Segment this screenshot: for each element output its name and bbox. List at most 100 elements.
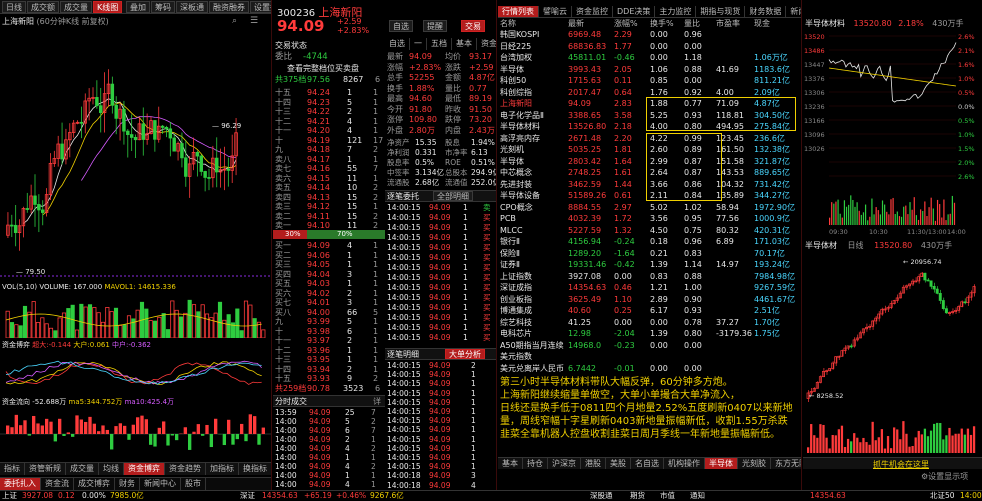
search-icon[interactable]: ⌕ xyxy=(232,16,237,26)
toolbar-button[interactable]: 成交量 xyxy=(60,1,92,13)
orderbook-row[interactable]: 买七94.0131 xyxy=(273,298,385,308)
orderbook-row[interactable]: 买八94.00665 xyxy=(273,308,385,318)
table-tab[interactable]: 新闻资讯 xyxy=(786,6,802,18)
list-icon[interactable]: ☰ xyxy=(250,16,258,26)
indicator-tab[interactable]: 均线 xyxy=(99,463,124,475)
table-row[interactable]: 银行Ⅱ4156.94-0.240.180.966.89171.03亿 xyxy=(498,236,802,248)
table-column-header[interactable]: 名称 xyxy=(500,18,516,29)
orderbook-row[interactable]: 九93.9951 xyxy=(273,317,385,327)
table-row[interactable]: CPO概念8884.552.975.021.0258.941972.90亿 xyxy=(498,202,802,214)
orderbook-row[interactable]: 卖五94.14102 xyxy=(273,183,385,193)
orderbook-row[interactable]: 买二94.0611 xyxy=(273,251,385,261)
table-row[interactable]: 韩国KOSPI6969.482.290.000.96 xyxy=(498,29,802,41)
orderbook-row[interactable]: 卖三94.12151 xyxy=(273,202,385,212)
quote-tab[interactable]: 自选 xyxy=(385,38,410,50)
orderbook-row[interactable]: 十二94.2141 xyxy=(273,117,385,127)
sector-tab[interactable]: 港股 xyxy=(581,458,606,469)
indicator-tab[interactable]: 换指标 xyxy=(239,463,272,475)
table-row[interactable]: 台湾加权45811.01-0.460.001.181.06万亿 xyxy=(498,52,802,64)
quote-tab[interactable]: 资金 xyxy=(477,38,497,50)
sector-tab[interactable]: 光刻胶 xyxy=(738,458,771,469)
quote-tab[interactable]: 一 xyxy=(410,38,427,50)
table-row[interactable]: 创业板指3625.491.102.890.904461.67亿 xyxy=(498,294,802,306)
full-orderbook-link[interactable]: 查看完整档位买卖盘 xyxy=(287,63,359,74)
big-order-analysis-button[interactable]: 大单分析 xyxy=(445,349,485,359)
orderbook-row[interactable]: 十一93.9721 xyxy=(273,336,385,346)
footer-tab[interactable]: 委托扎入 xyxy=(0,478,41,490)
table-row[interactable]: PCB4032.391.723.560.9577.561000.9亿 xyxy=(498,213,802,225)
sector-tab[interactable]: 美股 xyxy=(606,458,631,469)
orderbook-row[interactable]: 十二93.9611 xyxy=(273,346,385,356)
table-column-header[interactable]: 市盈率 xyxy=(716,18,740,29)
sector-tab[interactable]: 机构操作 xyxy=(664,458,705,469)
orderbook-row[interactable]: 卖二94.11152 xyxy=(273,212,385,222)
sector-tab[interactable]: 名自选 xyxy=(631,458,664,469)
promo-link[interactable]: 抓牛机会在这里 xyxy=(873,459,929,470)
orderbook-row[interactable]: 十一94.2041 xyxy=(273,126,385,136)
table-row[interactable]: 博通集成40.600.256.170.932.51亿 xyxy=(498,305,802,317)
minute-expand-button[interactable]: 详 xyxy=(373,396,381,407)
toolbar-button[interactable]: 设置指标 xyxy=(250,1,272,13)
orderbook-row[interactable]: 买四94.0431 xyxy=(273,270,385,280)
table-row[interactable]: MLCC5227.591.324.500.7580.32420.31亿 xyxy=(498,225,802,237)
sector-tab[interactable]: 东方无限量 xyxy=(771,458,802,469)
trade-button[interactable]: 交易 xyxy=(461,20,485,32)
sector-intraday-chart[interactable]: 2.6%2.1%1.6%1.0%0.5%0.0%0.5%1.0%1.5%2.0%… xyxy=(803,30,982,235)
indicator-tab[interactable]: 资金博弈 xyxy=(124,463,165,475)
candlestick-chart[interactable]: — 96.29— 79.50 xyxy=(0,30,272,280)
table-tab[interactable]: 譬喻云 xyxy=(539,6,572,18)
orderbook-row[interactable]: 卖七94.16557 xyxy=(273,164,385,174)
sector-tab[interactable]: 持仓 xyxy=(523,458,548,469)
footer-tab[interactable]: 成交博弈 xyxy=(74,478,115,490)
table-row[interactable]: 保险Ⅱ1289.20-1.640.210.8370.17亿 xyxy=(498,248,802,260)
table-tab[interactable]: 行情列表 xyxy=(498,6,539,18)
table-column-header[interactable]: 现金 xyxy=(754,18,770,29)
table-tab[interactable]: 主力监控 xyxy=(655,6,696,18)
orderbook-row[interactable]: 买五94.0311 xyxy=(273,279,385,289)
orderbook-row[interactable]: 买一94.0941 xyxy=(273,241,385,251)
footer-tab[interactable]: 财务 xyxy=(115,478,140,490)
orderbook-row[interactable]: 买三94.0511 xyxy=(273,260,385,270)
table-column-header[interactable]: 换手% xyxy=(650,18,674,29)
table-row[interactable]: 美元兑离岸人民币6.7442-0.010.000.00 xyxy=(498,363,802,375)
sector-daily-chart[interactable]: ← 20956.74← 8258.52 xyxy=(803,252,982,457)
sector-tab[interactable]: 基本 xyxy=(498,458,523,469)
table-row[interactable]: 科创501715.630.110.850.00811.21亿 xyxy=(498,75,802,87)
table-row[interactable]: 半导体3993.432.051.060.8841.691183.6亿 xyxy=(498,64,802,76)
table-row[interactable]: 上证指数3927.080.000.830.887984.98亿 xyxy=(498,271,802,283)
table-row[interactable]: A50期指当月连续14968.0-0.230.000.00 xyxy=(498,340,802,352)
toolbar-button[interactable]: 筹码 xyxy=(151,1,175,13)
table-row[interactable]: 美元指数 xyxy=(498,351,802,363)
table-tab[interactable]: DDE决策 xyxy=(613,6,655,18)
toolbar-button[interactable]: 成交额 xyxy=(27,1,59,13)
table-row[interactable]: 证券Ⅱ19331.46-0.421.391.1414.97193.24亿 xyxy=(498,259,802,271)
table-column-header[interactable]: 最新 xyxy=(568,18,584,29)
footer-tab[interactable]: 股市 xyxy=(181,478,206,490)
footer-tab[interactable]: 新闻中心 xyxy=(140,478,181,490)
toolbar-button[interactable]: K线图 xyxy=(93,1,122,13)
orderbook-row[interactable]: 十三94.2221 xyxy=(273,107,385,117)
settings-link[interactable]: ⚙设置显示项 xyxy=(921,471,968,482)
footer-tab[interactable]: 资金流 xyxy=(41,478,74,490)
indicator-tab[interactable]: 资管新规 xyxy=(25,463,66,475)
table-column-header[interactable]: 量比 xyxy=(684,18,700,29)
orderbook-row[interactable]: 十四94.2351 xyxy=(273,98,385,108)
add-watchlist-button[interactable]: 自选 xyxy=(389,20,413,32)
table-tab[interactable]: 财务数据 xyxy=(745,6,786,18)
orderbook-row[interactable]: 卖六94.15111 xyxy=(273,174,385,184)
indicator-tab[interactable]: 资金趋势 xyxy=(165,463,206,475)
toolbar-button[interactable]: 日线 xyxy=(2,1,26,13)
table-column-header[interactable]: 涨幅% xyxy=(614,18,638,29)
orderbook-row[interactable]: 买六94.0221 xyxy=(273,289,385,299)
toolbar-button[interactable]: 融资融券 xyxy=(209,1,249,13)
toolbar-button[interactable]: 深板通 xyxy=(176,1,208,13)
quote-tab[interactable]: 基本 xyxy=(452,38,477,50)
toolbar-button[interactable]: 叠加 xyxy=(126,1,150,13)
table-tab[interactable]: 资金监控 xyxy=(572,6,613,18)
orderbook-row[interactable]: 卖八94.1711 xyxy=(273,155,385,165)
quote-tab[interactable]: 五档 xyxy=(427,38,452,50)
table-row[interactable]: 综艺科技41.250.000.000.7837.271.70亿 xyxy=(498,317,802,329)
indicator-tab[interactable]: 加指标 xyxy=(206,463,239,475)
table-row[interactable]: 日经22568836.831.770.000.00 xyxy=(498,41,802,53)
indicator-tab[interactable]: 成交量 xyxy=(66,463,99,475)
